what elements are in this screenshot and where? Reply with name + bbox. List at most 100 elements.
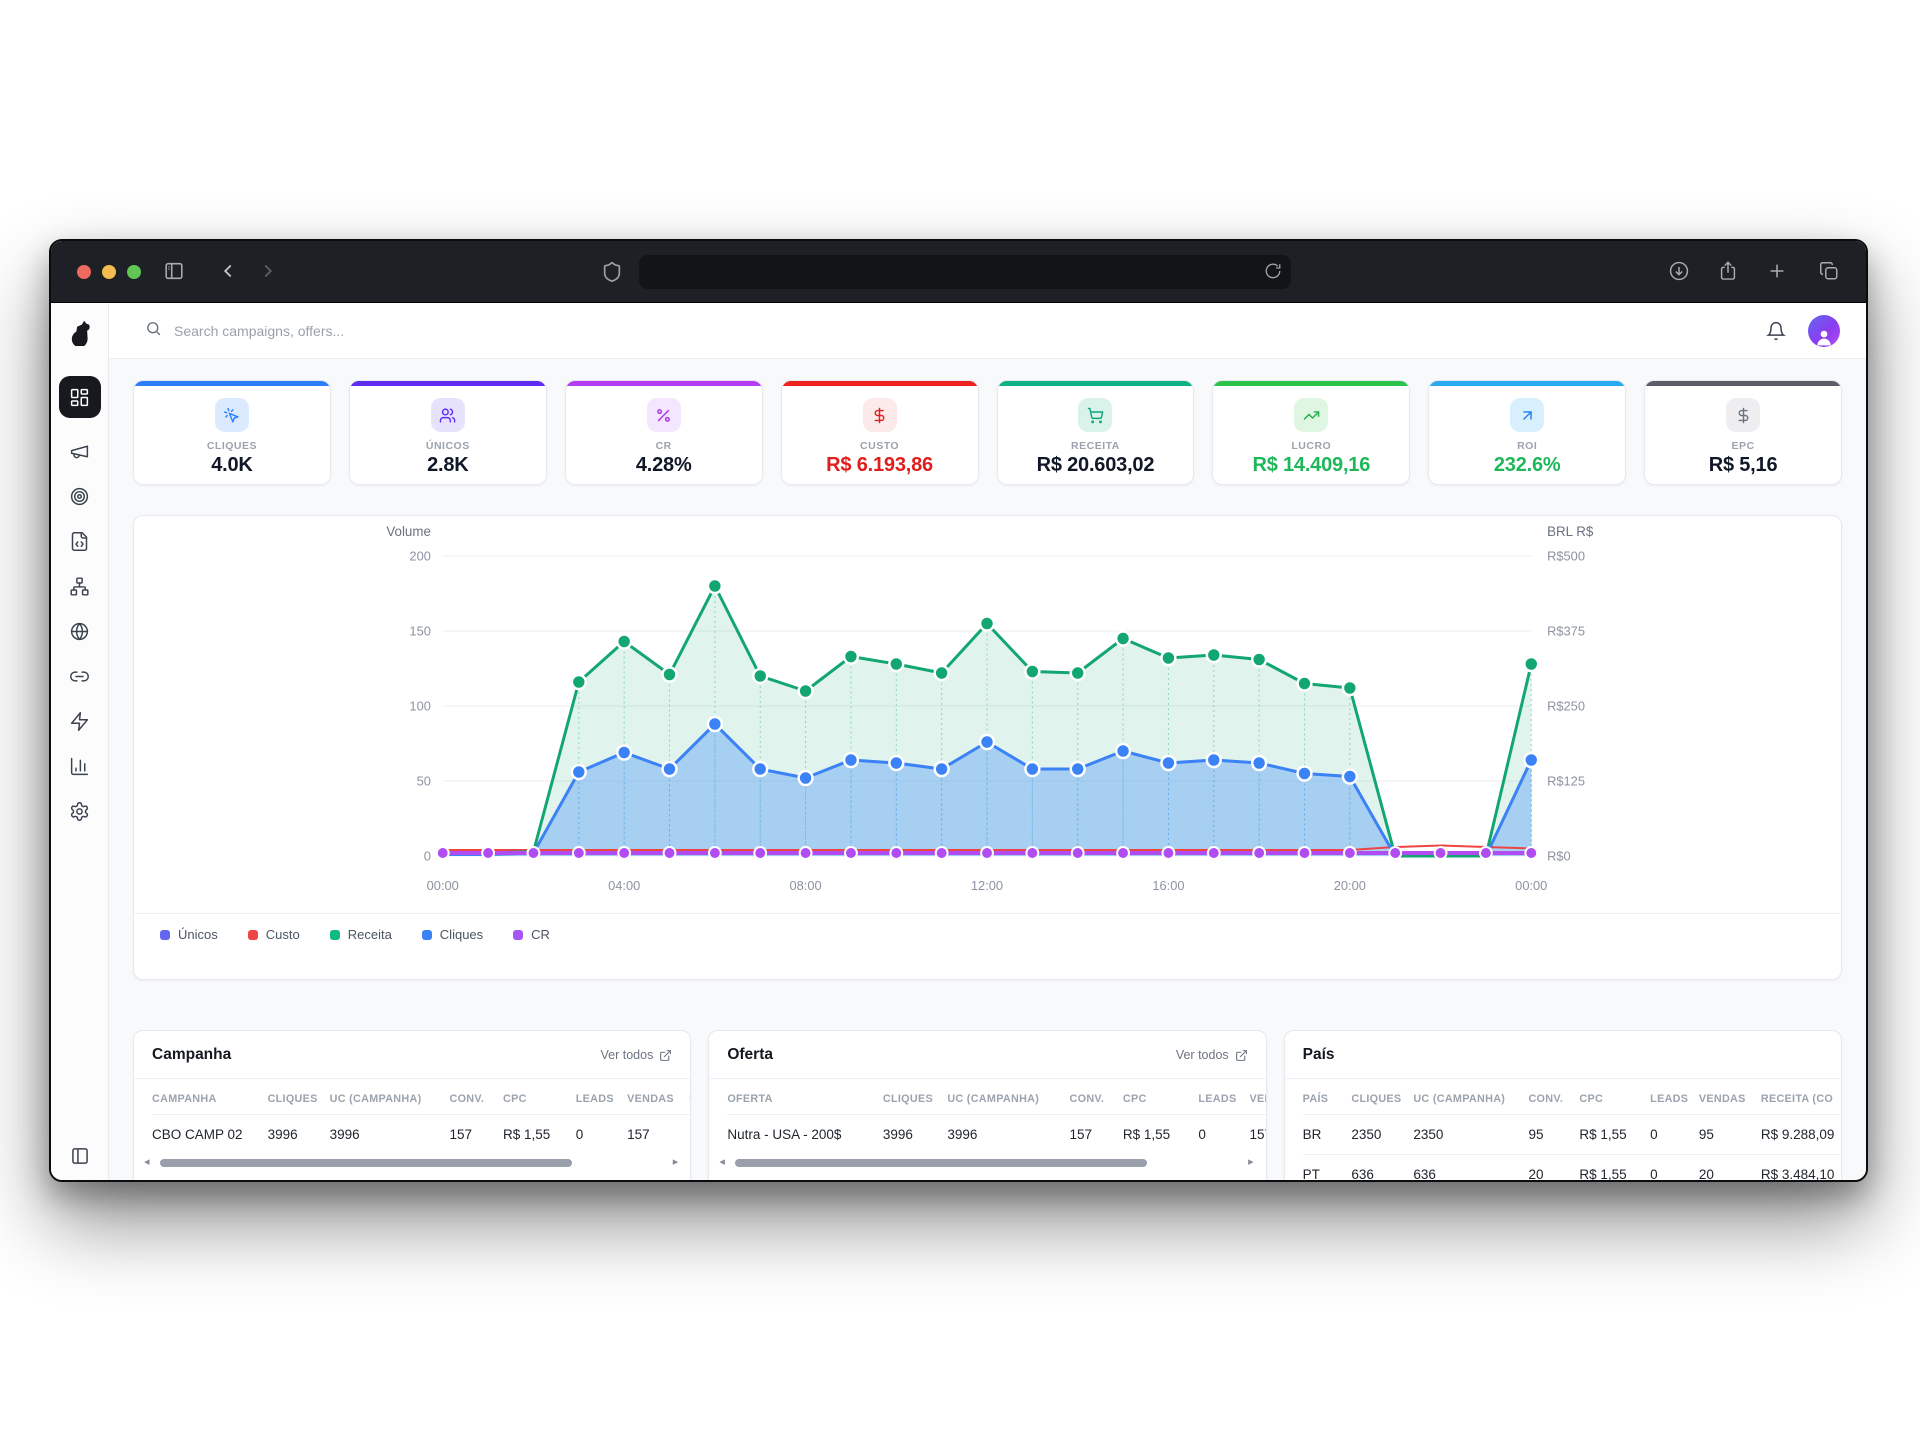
app-logo-dog-icon[interactable]: [66, 319, 93, 349]
legend-item-custo[interactable]: Custo: [248, 927, 300, 942]
reload-icon[interactable]: [1264, 262, 1282, 280]
column-header: LEADS: [1198, 1079, 1249, 1115]
table-cell: CBO CAMP 02: [152, 1115, 268, 1155]
scrollbar-track[interactable]: [732, 1159, 1241, 1167]
downloads-button[interactable]: [1668, 260, 1690, 282]
user-avatar[interactable]: [1808, 315, 1840, 347]
trend-up-icon: [1303, 407, 1320, 424]
column-header: CONV.: [1070, 1079, 1123, 1115]
table-cell: 636: [1351, 1155, 1413, 1183]
table-cell: 157: [1250, 1115, 1266, 1155]
legend-item-cr[interactable]: CR: [513, 927, 550, 942]
table-cell: PT: [1303, 1155, 1352, 1183]
sidebar-item-automation[interactable]: [59, 700, 101, 742]
stat-card-accent-bar: [566, 381, 762, 386]
legend-color-dot: [248, 930, 258, 940]
svg-text:R$375: R$375: [1547, 623, 1585, 638]
svg-text:50: 50: [417, 773, 431, 788]
stat-label: CUSTO: [860, 440, 899, 452]
table-row[interactable]: CBO CAMP 0239963996157R$ 1,550157R: [152, 1115, 690, 1155]
column-header: VENDAS: [1699, 1079, 1761, 1115]
svg-text:0: 0: [424, 848, 431, 863]
table-cell: R$ 1,55: [1579, 1115, 1650, 1155]
network-icon: [69, 576, 90, 597]
table-card-campanha: CampanhaVer todosCAMPANHACLIQUESUC (CAMP…: [133, 1030, 691, 1182]
back-button[interactable]: [217, 260, 239, 282]
legend-color-dot: [513, 930, 523, 940]
ver-todos-link[interactable]: Ver todos: [1176, 1048, 1248, 1062]
legend-color-dot: [330, 930, 340, 940]
sidebar-item-links[interactable]: [59, 655, 101, 697]
notifications-bell-icon[interactable]: [1766, 321, 1786, 341]
legend-color-dot: [160, 930, 170, 940]
megaphone-icon: [69, 441, 90, 462]
stat-value: 232.6%: [1494, 454, 1561, 477]
legend-label: Custo: [266, 927, 300, 942]
summary-tables-row: CampanhaVer todosCAMPANHACLIQUESUC (CAMP…: [133, 1030, 1842, 1182]
collapse-sidebar-button[interactable]: [70, 1146, 90, 1166]
stat-card-cliques: CLIQUES4.0K: [133, 380, 331, 485]
stat-card-cr: CR4.28%: [565, 380, 763, 485]
stat-card-icon-chip: [1510, 398, 1544, 432]
legend-item-cliques[interactable]: Cliques: [422, 927, 483, 942]
minimize-window-button[interactable]: [102, 265, 116, 279]
stat-value: R$ 6.193,86: [826, 454, 933, 477]
table-row[interactable]: Nutra - USA - 200$39963996157R$ 1,550157: [727, 1115, 1265, 1155]
stat-card-icon-chip: [1726, 398, 1760, 432]
app-sidebar: [51, 303, 109, 1180]
browser-titlebar: [51, 241, 1866, 303]
sidebar-item-flows[interactable]: [59, 565, 101, 607]
sidebar-item-campaigns[interactable]: [59, 430, 101, 472]
scroll-right-arrow[interactable]: ▸: [1248, 1157, 1254, 1168]
stat-label: CLIQUES: [207, 440, 257, 452]
sidebar-item-reports[interactable]: [59, 745, 101, 787]
column-header: R: [689, 1079, 690, 1115]
url-bar[interactable]: [639, 255, 1291, 289]
column-header: VENDAS: [1250, 1079, 1266, 1115]
new-tab-button[interactable]: [1766, 260, 1788, 282]
browser-sidebar-toggle-button[interactable]: [163, 260, 185, 282]
stat-card-icon-chip: [863, 398, 897, 432]
scrollbar-thumb[interactable]: [735, 1159, 1148, 1167]
table-cell: 20: [1528, 1155, 1579, 1183]
scrollbar-track[interactable]: [157, 1159, 666, 1167]
sidebar-item-settings[interactable]: [59, 790, 101, 832]
column-header: CONV.: [1528, 1079, 1579, 1115]
dollar-icon: [871, 407, 888, 424]
sidebar-item-domains[interactable]: [59, 610, 101, 652]
sidebar-item-offers[interactable]: [59, 475, 101, 517]
share-button[interactable]: [1717, 260, 1739, 282]
table-title: País: [1303, 1046, 1335, 1064]
table-cell: 157: [1070, 1115, 1123, 1155]
table-cell: 157: [627, 1115, 689, 1155]
zoom-window-button[interactable]: [127, 265, 141, 279]
table-row[interactable]: PT63663620R$ 1,55020R$ 3.484,10: [1303, 1155, 1841, 1183]
stat-card-icon-chip: [1294, 398, 1328, 432]
forward-button[interactable]: [257, 260, 279, 282]
table-cell: 157: [449, 1115, 503, 1155]
stat-card-roi: ROI232.6%: [1428, 380, 1626, 485]
table-cell: R$ 3.484,10: [1761, 1155, 1841, 1183]
svg-text:16:00: 16:00: [1152, 878, 1184, 893]
table-cell: 95: [1528, 1115, 1579, 1155]
stat-card-nicos: ÚNICOS2.8K: [349, 380, 547, 485]
svg-text:R$500: R$500: [1547, 548, 1585, 563]
sidebar-item-landers[interactable]: [59, 520, 101, 562]
cursor-click-icon: [223, 407, 240, 424]
sidebar-item-dashboard[interactable]: [59, 376, 101, 418]
scroll-right-arrow[interactable]: ▸: [673, 1157, 679, 1168]
scroll-left-arrow[interactable]: ◂: [144, 1157, 150, 1168]
search-input[interactable]: [174, 323, 594, 339]
table-cell: 2350: [1413, 1115, 1528, 1155]
scroll-left-arrow[interactable]: ◂: [719, 1157, 725, 1168]
table-cell: 3996: [330, 1115, 450, 1155]
close-window-button[interactable]: [77, 265, 91, 279]
stat-card-accent-bar: [1645, 381, 1841, 386]
table-row[interactable]: BR2350235095R$ 1,55095R$ 9.288,09: [1303, 1115, 1841, 1155]
tab-overview-button[interactable]: [1818, 260, 1840, 282]
legend-item-nicos[interactable]: Únicos: [160, 927, 218, 942]
table-cell: 0: [1650, 1115, 1699, 1155]
legend-item-receita[interactable]: Receita: [330, 927, 392, 942]
ver-todos-link[interactable]: Ver todos: [601, 1048, 673, 1062]
scrollbar-thumb[interactable]: [160, 1159, 573, 1167]
